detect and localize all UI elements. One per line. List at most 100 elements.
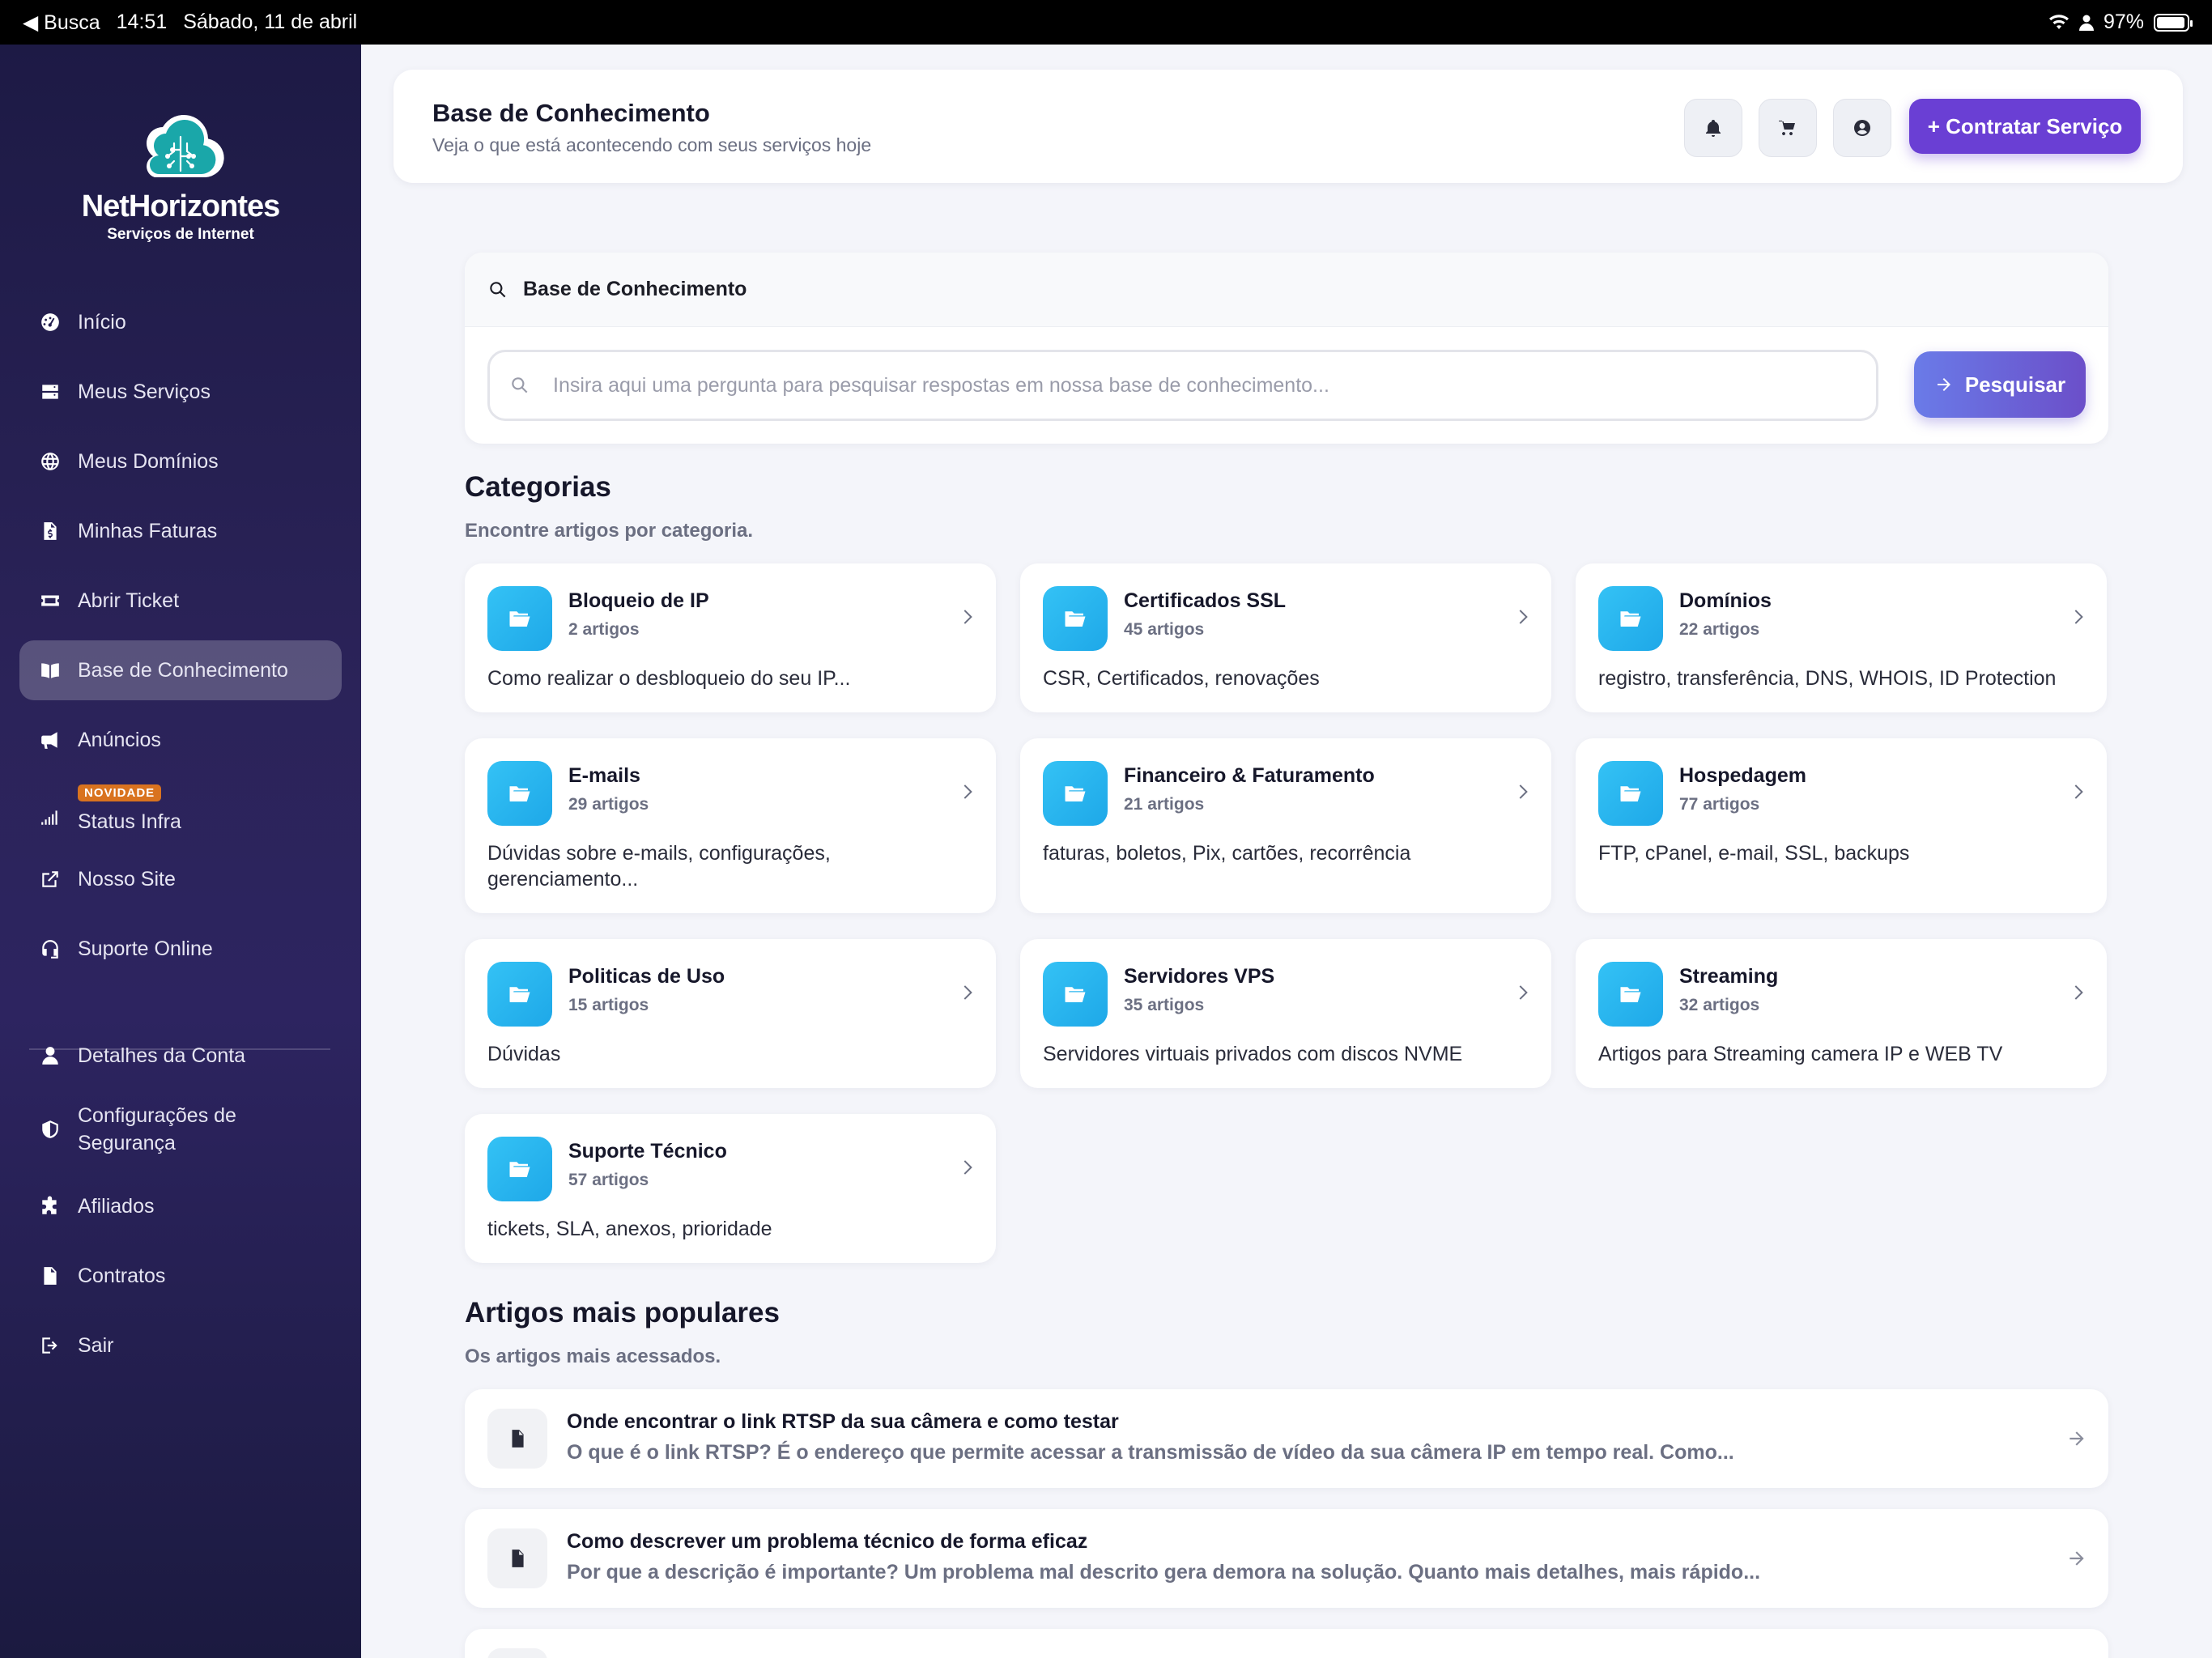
popular-title: Artigos mais populares (465, 1297, 780, 1329)
article-row[interactable] (465, 1629, 2108, 1658)
arrow-right-icon (2069, 1431, 2084, 1446)
book-icon (41, 663, 59, 678)
chevron-right-icon (963, 985, 972, 1000)
article-row[interactable]: Onde encontrar o link RTSP da sua câmera… (465, 1389, 2108, 1488)
sidebar-item-label: Meus Serviços (78, 380, 211, 403)
sidebar-item-afiliados[interactable]: Afiliados (19, 1176, 342, 1236)
category-name: Financeiro & Faturamento (1124, 764, 1375, 787)
document-icon (487, 1648, 547, 1658)
category-card[interactable]: Financeiro & Faturamento 21 artigos fatu… (1020, 738, 1551, 913)
category-name: Domínios (1679, 589, 1772, 612)
search-card-title: Base de Conhecimento (523, 278, 747, 300)
sidebar-item-contratos[interactable]: Contratos (19, 1246, 342, 1306)
contratar-servico-button[interactable]: + Contratar Serviço (1909, 99, 2141, 154)
sidebar-item-minhas-faturas[interactable]: Minhas Faturas (19, 501, 342, 561)
chevron-right-icon (2074, 610, 2083, 624)
sidebar-item-label: Sair (78, 1333, 114, 1357)
person-icon (2078, 15, 2094, 31)
category-description: registro, transferência, DNS, WHOIS, ID … (1598, 667, 2057, 690)
chevron-right-icon (2074, 985, 2083, 1000)
article-snippet: Por que a descrição é importante? Um pro… (567, 1561, 1761, 1584)
notifications-button[interactable] (1684, 99, 1742, 157)
folder-icon (1598, 761, 1663, 826)
account-button[interactable] (1833, 99, 1891, 157)
document-icon (487, 1528, 547, 1588)
puzzle-icon (42, 1196, 57, 1214)
pesquisar-label: Pesquisar (1964, 372, 2066, 397)
search-field[interactable] (487, 350, 1878, 421)
category-count: 2 artigos (568, 620, 640, 639)
search-card-header: Base de Conhecimento (465, 253, 2108, 327)
article-title: Como descrever um problema técnico de fo… (567, 1530, 1088, 1553)
article-title: Onde encontrar o link RTSP da sua câmera… (567, 1410, 1119, 1433)
category-description: Como realizar o desbloqueio do seu IP... (487, 667, 851, 690)
category-count: 22 artigos (1679, 620, 1760, 639)
category-card[interactable]: Hospedagem 77 artigos FTP, cPanel, e-mai… (1576, 738, 2107, 913)
pesquisar-button[interactable]: Pesquisar (1914, 351, 2086, 418)
category-card[interactable]: Certificados SSL 45 artigos CSR, Certifi… (1020, 563, 1551, 712)
sidebar-item-meus-dominios[interactable]: Meus Domínios (19, 432, 342, 491)
article-row[interactable]: Como descrever um problema técnico de fo… (465, 1509, 2108, 1608)
sidebar-item-anuncios[interactable]: Anúncios (19, 710, 342, 770)
category-name: Certificados SSL (1124, 589, 1287, 612)
sidebar-item-label: Configurações de Segurança (78, 1104, 236, 1154)
user-icon (42, 1047, 58, 1065)
cart-icon (1779, 121, 1795, 136)
document-icon (487, 1409, 547, 1469)
category-card[interactable]: Streaming 32 artigos Artigos para Stream… (1576, 939, 2107, 1088)
category-description: Dúvidas (487, 1043, 561, 1065)
contract-icon (44, 1267, 57, 1285)
sidebar-item-label: Status Infra (78, 810, 181, 833)
category-description: Artigos para Streaming camera IP e WEB T… (1598, 1043, 2003, 1065)
sidebar-item-sair[interactable]: Sair (19, 1316, 342, 1375)
category-card[interactable]: Domínios 22 artigos registro, transferên… (1576, 563, 2107, 712)
sidebar-item-label: Suporte Online (78, 937, 213, 960)
category-count: 15 artigos (568, 996, 649, 1014)
sidebar-item-status-infra[interactable]: NOVIDADE Status Infra (19, 780, 342, 840)
category-description: CSR, Certificados, renovações (1043, 667, 1320, 690)
sidebar-item-detalhes-da-conta[interactable]: Detalhes da Conta (19, 1026, 342, 1086)
category-count: 32 artigos (1679, 996, 1760, 1014)
page-header: Base de Conhecimento Veja o que está aco… (393, 70, 2183, 183)
sidebar-item-label: Detalhes da Conta (78, 1044, 246, 1067)
sidebar-item-suporte-online[interactable]: Suporte Online (19, 919, 342, 979)
category-card[interactable]: Servidores VPS 35 artigos Servidores vir… (1020, 939, 1551, 1088)
chevron-right-icon (1519, 985, 1528, 1000)
back-to-search[interactable]: ◀ Busca (23, 11, 100, 35)
new-badge: NOVIDADE (78, 784, 162, 801)
bell-icon (1706, 120, 1721, 137)
sidebar-item-inicio[interactable]: Início (19, 292, 342, 352)
category-card[interactable]: E-mails 29 artigos Dúvidas sobre e-mails… (465, 738, 996, 913)
sidebar-item-configuracoes-de-seguranca[interactable]: Configurações de Segurança (19, 1095, 342, 1163)
category-name: Streaming (1679, 965, 1779, 988)
sidebar-item-base-de-conhecimento[interactable]: Base de Conhecimento (19, 640, 342, 700)
chevron-right-icon (963, 784, 972, 799)
sidebar-item-nosso-site[interactable]: Nosso Site (19, 849, 342, 909)
sidebar-item-meus-servicos[interactable]: Meus Serviços (19, 362, 342, 422)
brand-logo[interactable]: NetHorizontes Serviços de Internet (0, 109, 361, 244)
category-card[interactable]: Bloqueio de IP 2 artigos Como realizar o… (465, 563, 996, 712)
folder-icon (487, 761, 552, 826)
sidebar-item-label: Anúncios (78, 728, 161, 751)
folder-icon (1043, 586, 1108, 651)
status-time: 14:51 (116, 11, 168, 33)
invoice-icon (44, 522, 57, 540)
page-subtitle: Veja o que está acontecendo com seus ser… (432, 134, 872, 155)
search-input[interactable] (553, 373, 1848, 397)
category-name: Suporte Técnico (568, 1140, 727, 1163)
search-icon (490, 281, 506, 297)
category-count: 77 artigos (1679, 795, 1760, 814)
folder-icon (487, 586, 552, 651)
categories-title: Categorias (465, 471, 611, 503)
ticket-icon (41, 595, 59, 606)
dashboard-icon (41, 313, 59, 331)
chevron-right-icon (1519, 610, 1528, 624)
cart-button[interactable] (1759, 99, 1817, 157)
arrow-right-icon (2069, 1551, 2084, 1566)
sidebar-item-label: Abrir Ticket (78, 589, 180, 612)
category-description: FTP, cPanel, e-mail, SSL, backups (1598, 842, 1910, 865)
category-card[interactable]: Politicas de Uso 15 artigos Dúvidas (465, 939, 996, 1088)
category-card[interactable]: Suporte Técnico 57 artigos tickets, SLA,… (465, 1114, 996, 1263)
sidebar-item-abrir-ticket[interactable]: Abrir Ticket (19, 571, 342, 631)
chevron-right-icon (1519, 784, 1528, 799)
